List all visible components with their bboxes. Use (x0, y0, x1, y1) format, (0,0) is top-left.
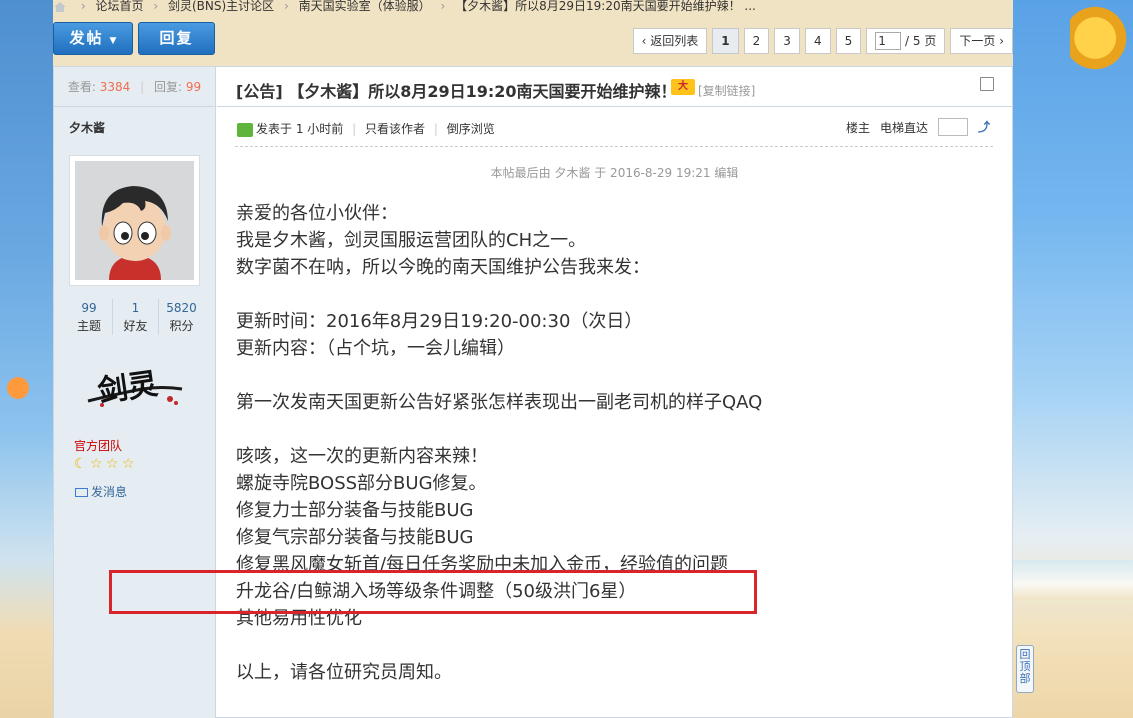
home-icon[interactable] (53, 1, 67, 12)
background-left (0, 0, 53, 718)
page-jump: 1 / 5 页 (866, 28, 946, 54)
body-line (236, 362, 996, 389)
stat-friends[interactable]: 1 好友 (112, 299, 158, 335)
breadcrumb-separator: › (153, 0, 159, 13)
print-icon[interactable] (980, 77, 994, 91)
reply-count: 99 (185, 80, 202, 94)
jump-icon[interactable]: ⤴ (978, 120, 992, 134)
edit-note: 本帖最后由 夕木酱 于 2016-8-29 19:21 编辑 (490, 166, 739, 180)
body-line: 更新时间：2016年8月29日19:20-00:30（次日） (236, 311, 643, 332)
jump-label: 电梯直达 (879, 120, 928, 135)
breadcrumb-current-thread[interactable]: 【夕木酱】所以8月29日19:20南天国要开始维护辣！ ... (455, 0, 756, 13)
post-meta: 发表于 1 小时前 | 只看该作者 | 倒序浏览 (237, 120, 495, 137)
page-link-5[interactable]: 5 (835, 28, 862, 54)
post-time: 发表于 1 小时前 (256, 122, 344, 136)
body-line: 修复力士部分装备与技能BUG (236, 500, 474, 521)
view-count: 3384 (99, 80, 131, 94)
breadcrumb-separator: › (80, 0, 86, 13)
floor-label: 楼主 (845, 120, 870, 135)
floor-jump-input[interactable] (938, 118, 968, 136)
avatar[interactable] (69, 155, 200, 286)
divider (235, 146, 993, 147)
body-line: 第一次发南天国更新公告好紧张怎样表现出一副老司机的样子QAQ (236, 392, 763, 413)
body-line (236, 632, 996, 659)
stat-threads[interactable]: 99 主题 (66, 299, 112, 335)
floor-tools: 楼主 电梯直达 ⤴ (846, 118, 992, 136)
body-line: 数字菌不在呐，所以今晚的南天国维护公告我来发： (236, 257, 650, 278)
back-to-list-button[interactable]: ‹ 返回列表 (632, 28, 708, 54)
page-link-3[interactable]: 3 (774, 28, 800, 54)
highlight-annotation-box (109, 570, 757, 614)
star-icon: ☆ (106, 456, 119, 472)
logo-text: 剑灵 (96, 367, 160, 410)
chevron-left-icon: ‹ (641, 34, 651, 48)
chevron-down-icon: ▼ (109, 36, 117, 46)
body-line: 更新内容：（占个坑，一会儿编辑） (236, 338, 515, 359)
moon-icon: ☾ (74, 456, 87, 472)
only-author-link[interactable]: 只看该作者 (365, 122, 425, 136)
mail-icon (75, 488, 88, 497)
breadcrumb: › 论坛首页 › 剑灵(BNS)主讨论区 › 南天国实验室（体验服） › 【夕木… (53, 0, 1013, 14)
divider (217, 106, 1012, 107)
post-title: [公告] 【夕木酱】所以8月29日19:20南天国要开始维护辣！ (236, 82, 677, 101)
body-line: 咳咳，这一次的更新内容来辣！ (236, 446, 488, 467)
send-message-link[interactable]: 发消息 (75, 483, 127, 500)
page-link-4[interactable]: 4 (804, 28, 831, 54)
bns-logo: 剑灵 (87, 367, 183, 410)
pagination: ‹ 返回列表 1 2 3 4 5 1 / 5 页 下一页 › (632, 28, 1013, 54)
body-line: 亲爱的各位小伙伴： (236, 203, 398, 224)
new-post-button[interactable]: 发帖 ▼ (53, 22, 133, 55)
copy-link[interactable]: [复制链接] (698, 82, 755, 99)
avatar-image (75, 161, 194, 280)
user-stats: 99 主题 1 好友 5820 积分 (54, 299, 216, 335)
body-line: 螺旋寺院BOSS部分BUG修复。 (236, 473, 487, 494)
background-right (1013, 0, 1133, 718)
body-line: 我是夕木酱，剑灵国服运营团队的CH之一。 (236, 230, 587, 251)
star-icon: ☆ (90, 456, 103, 472)
post-container: 查看: 3384 | 回复: 99 夕木酱 99 主题 1 好友 5820 积分… (53, 66, 1013, 718)
breadcrumb-separator: › (283, 0, 289, 13)
reply-label: 回复 (159, 29, 194, 47)
body-line: 修复气宗部分装备与技能BUG (236, 527, 474, 548)
page-number-input[interactable]: 1 (875, 31, 902, 50)
background-wave (1013, 560, 1133, 600)
body-line: 以上，请各位研究员周知。 (236, 662, 452, 683)
breadcrumb-test-server[interactable]: 南天国实验室（体验服） (299, 0, 431, 13)
chevron-right-icon: › (995, 34, 1004, 48)
user-rank: ☾ ☆ ☆ ☆ (74, 457, 137, 471)
post-content: [公告] 【夕木酱】所以8月29日19:20南天国要开始维护辣！ 大 [复制链接… (217, 67, 1012, 718)
reply-button[interactable]: 回复 (138, 22, 215, 55)
star-icon: ☆ (122, 456, 135, 472)
breadcrumb-forum-home[interactable]: 论坛首页 (95, 0, 143, 13)
page-link-1[interactable]: 1 (712, 28, 739, 54)
body-line (236, 416, 996, 443)
thread-stats: 查看: 3384 | 回复: 99 (54, 67, 215, 107)
next-page-button[interactable]: 下一页 › (950, 28, 1013, 54)
user-group[interactable]: 官方团队 (74, 437, 122, 454)
reverse-order-link[interactable]: 倒序浏览 (447, 122, 495, 136)
breadcrumb-bns-forum[interactable]: 剑灵(BNS)主讨论区 (168, 0, 274, 13)
background-decoration (1070, 0, 1133, 95)
author-sidebar: 查看: 3384 | 回复: 99 夕木酱 99 主题 1 好友 5820 积分… (54, 67, 216, 718)
stat-points[interactable]: 5820 积分 (158, 299, 204, 335)
page-total: / 5 页 (905, 34, 937, 48)
author-name[interactable]: 夕木酱 (54, 107, 215, 136)
breadcrumb-separator: › (440, 0, 446, 13)
background-decoration (0, 368, 30, 408)
post-time-icon (237, 122, 253, 137)
body-line (236, 281, 996, 308)
title-badge: 大 (671, 79, 695, 95)
new-post-label: 发帖 (69, 29, 104, 47)
page-link-2[interactable]: 2 (743, 28, 770, 54)
back-to-top-button[interactable]: 回顶部 (1016, 645, 1034, 693)
